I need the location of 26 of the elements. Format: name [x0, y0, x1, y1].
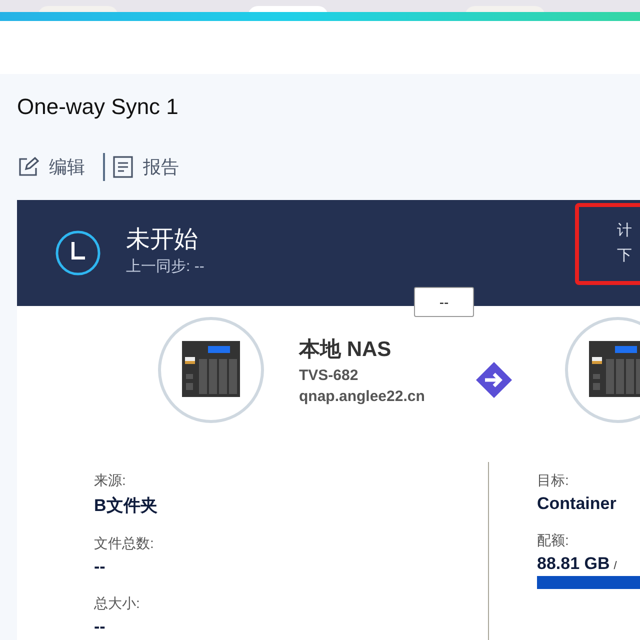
detail-value: B文件夹 [94, 495, 158, 517]
quota-value: 88.81 GB [537, 554, 610, 574]
arrow-right-icon [475, 361, 513, 399]
clock-icon [55, 230, 101, 276]
detail-label: 文件总数: [94, 535, 155, 553]
schedule-label: 计 [617, 221, 633, 240]
device-host: qnap.anglee22.cn [299, 388, 426, 405]
detail-label: 目标: [537, 472, 570, 490]
page-title: One-way Sync 1 [17, 93, 180, 121]
device-name: 本地 NAS [299, 337, 392, 363]
toolbar-button[interactable]: 报告 [113, 155, 179, 179]
next-sync-label: 下 [617, 246, 633, 265]
progress-button[interactable]: -- [414, 287, 474, 317]
last-sync-text: 上一同步: -- [126, 256, 204, 276]
document-icon [113, 156, 133, 178]
status-title: 未开始 [126, 224, 199, 254]
separator-text: / [614, 560, 617, 572]
edit-icon [17, 156, 39, 178]
detail-value: -- [94, 557, 106, 577]
toolbar-button[interactable]: 编辑 [17, 155, 85, 179]
detail-label: 来源: [94, 472, 127, 490]
device-model: TVS-682 [299, 367, 360, 384]
detail-value: Container [537, 494, 618, 514]
detail-label: 配额: [537, 532, 570, 550]
detail-value: -- [94, 617, 106, 637]
detail-label: 总大小: [94, 595, 141, 613]
